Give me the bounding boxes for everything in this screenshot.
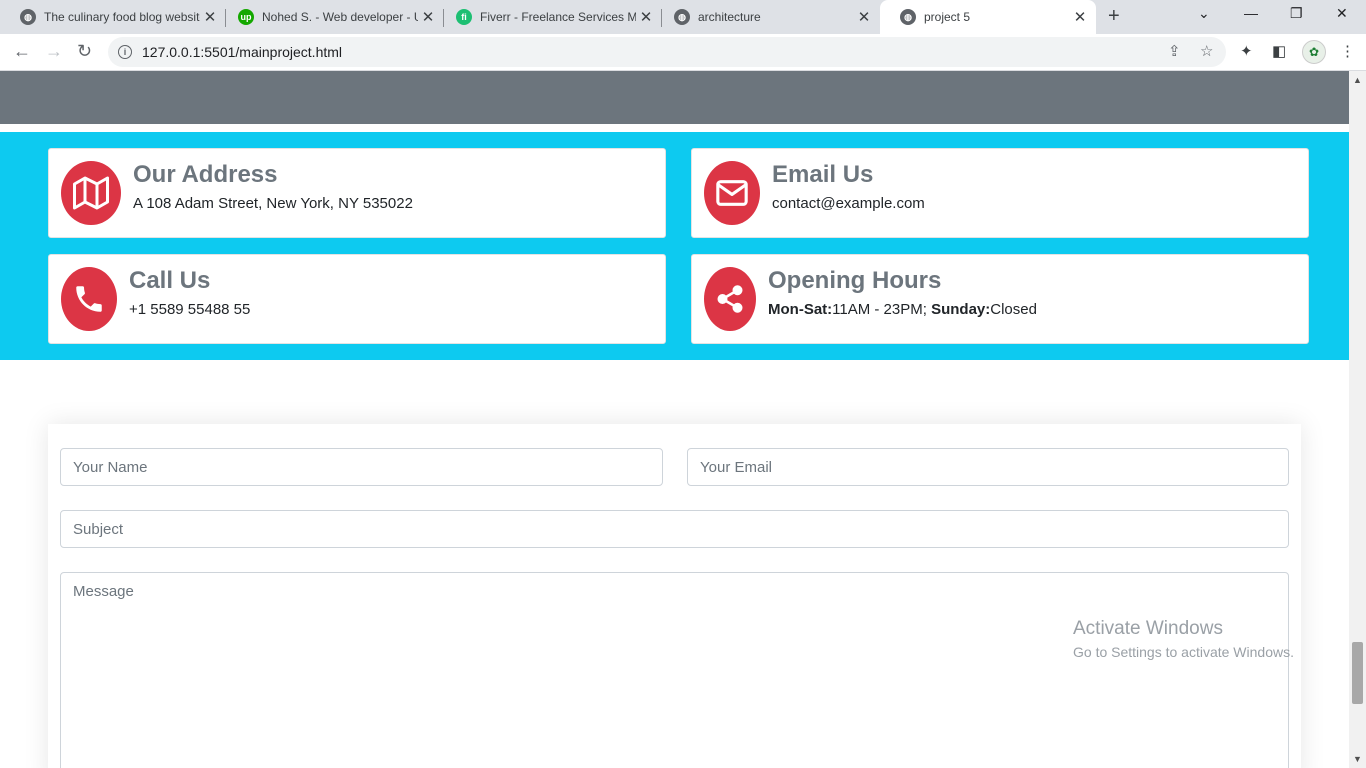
browser-tab-3[interactable]: fi Fiverr - Freelance Services Marketpla…: [436, 0, 662, 34]
close-tab-icon[interactable]: ✕: [418, 8, 438, 26]
new-tab-button[interactable]: +: [1108, 5, 1120, 28]
page-scrollbar[interactable]: ▲ ▼: [1349, 71, 1366, 768]
card-title: Email Us: [772, 161, 874, 188]
card-title: Opening Hours: [768, 267, 942, 294]
url-text: 127.0.0.1:5501/mainproject.html: [142, 44, 343, 60]
name-input[interactable]: [60, 448, 663, 486]
close-tab-icon[interactable]: ✕: [200, 8, 220, 26]
email-input[interactable]: [687, 448, 1289, 486]
share-page-icon[interactable]: ⇪: [1168, 42, 1181, 60]
hours-label-sunday: Sunday:: [931, 301, 991, 318]
address-card: Our Address A 108 Adam Street, New York,…: [48, 148, 666, 238]
tab-title: project 5: [924, 10, 971, 24]
card-title: Our Address: [133, 161, 278, 188]
bookmark-star-icon[interactable]: ☆: [1200, 42, 1213, 60]
globe-icon: ◍: [674, 9, 690, 25]
close-tab-icon[interactable]: ✕: [636, 8, 656, 26]
hours-value-weekdays: 11AM - 23PM;: [832, 301, 932, 318]
scroll-up-arrow-icon[interactable]: ▲: [1353, 75, 1362, 85]
scrollbar-thumb[interactable]: [1352, 642, 1363, 704]
card-title: Call Us: [129, 267, 211, 294]
hours-label-weekdays: Mon-Sat:: [768, 301, 833, 318]
tab-title: Nohed S. - Web developer - Upwork: [262, 10, 418, 24]
globe-icon: ◍: [900, 9, 916, 25]
scroll-down-arrow-icon[interactable]: ▼: [1353, 754, 1362, 764]
contact-form: [48, 424, 1301, 768]
browser-tab-5-active[interactable]: ◍ project 5 ✕: [880, 0, 1096, 34]
reload-icon[interactable]: ↻: [77, 41, 92, 62]
site-info-icon[interactable]: i: [118, 45, 132, 59]
forward-icon[interactable]: →: [45, 41, 63, 62]
phone-icon: [61, 267, 117, 331]
card-text: contact@example.com: [772, 195, 925, 212]
globe-icon: ◍: [20, 9, 36, 25]
address-bar[interactable]: i 127.0.0.1:5501/mainproject.html: [108, 37, 1226, 67]
activate-windows-watermark: Activate Windows Go to Settings to activ…: [1073, 618, 1294, 660]
gray-header-band: [0, 71, 1349, 124]
watermark-subtitle: Go to Settings to activate Windows.: [1073, 644, 1294, 660]
opening-hours-text: Mon-Sat:11AM - 23PM; Sunday:Closed: [768, 301, 1037, 318]
browser-tab-strip: ◍ The culinary food blog website ✕ up No…: [0, 0, 1366, 34]
fiverr-icon: fi: [456, 9, 472, 25]
tab-search-icon[interactable]: ⌄: [1198, 5, 1210, 22]
back-icon[interactable]: ←: [13, 41, 31, 62]
close-window-button[interactable]: ✕: [1336, 5, 1348, 22]
close-tab-icon[interactable]: ✕: [1070, 8, 1090, 26]
upwork-icon: up: [238, 9, 254, 25]
tab-title: Fiverr - Freelance Services Marketplace: [480, 10, 636, 24]
browser-toolbar: ← → ↻ i 127.0.0.1:5501/mainproject.html …: [0, 34, 1366, 71]
menu-kebab-icon[interactable]: ⋮: [1340, 42, 1355, 60]
envelope-icon: [704, 161, 760, 225]
tab-title: architecture: [698, 10, 761, 24]
email-card: Email Us contact@example.com: [691, 148, 1309, 238]
hours-value-sunday: Closed: [990, 301, 1037, 318]
side-panel-icon[interactable]: ◧: [1272, 42, 1286, 60]
card-text: A 108 Adam Street, New York, NY 535022: [133, 195, 413, 212]
watermark-title: Activate Windows: [1073, 618, 1223, 639]
message-textarea[interactable]: [60, 572, 1289, 768]
subject-input[interactable]: [60, 510, 1289, 548]
map-icon: [61, 161, 121, 225]
profile-avatar[interactable]: ✿: [1302, 40, 1326, 64]
browser-tab-2[interactable]: up Nohed S. - Web developer - Upwork ✕: [218, 0, 444, 34]
restore-button[interactable]: ❐: [1290, 5, 1303, 22]
browser-tab-1[interactable]: ◍ The culinary food blog website ✕: [0, 0, 226, 34]
extensions-icon[interactable]: ✦: [1240, 42, 1253, 60]
opening-hours-card: Opening Hours Mon-Sat:11AM - 23PM; Sunda…: [691, 254, 1309, 344]
card-text: +1 5589 55488 55: [129, 301, 251, 318]
tab-title: The culinary food blog website: [44, 10, 200, 24]
close-tab-icon[interactable]: ✕: [854, 8, 874, 26]
minimize-button[interactable]: —: [1244, 5, 1258, 21]
call-card: Call Us +1 5589 55488 55: [48, 254, 666, 344]
page-viewport: Our Address A 108 Adam Street, New York,…: [0, 71, 1349, 768]
share-icon: [704, 267, 756, 331]
browser-tab-4[interactable]: ◍ architecture ✕: [654, 0, 880, 34]
